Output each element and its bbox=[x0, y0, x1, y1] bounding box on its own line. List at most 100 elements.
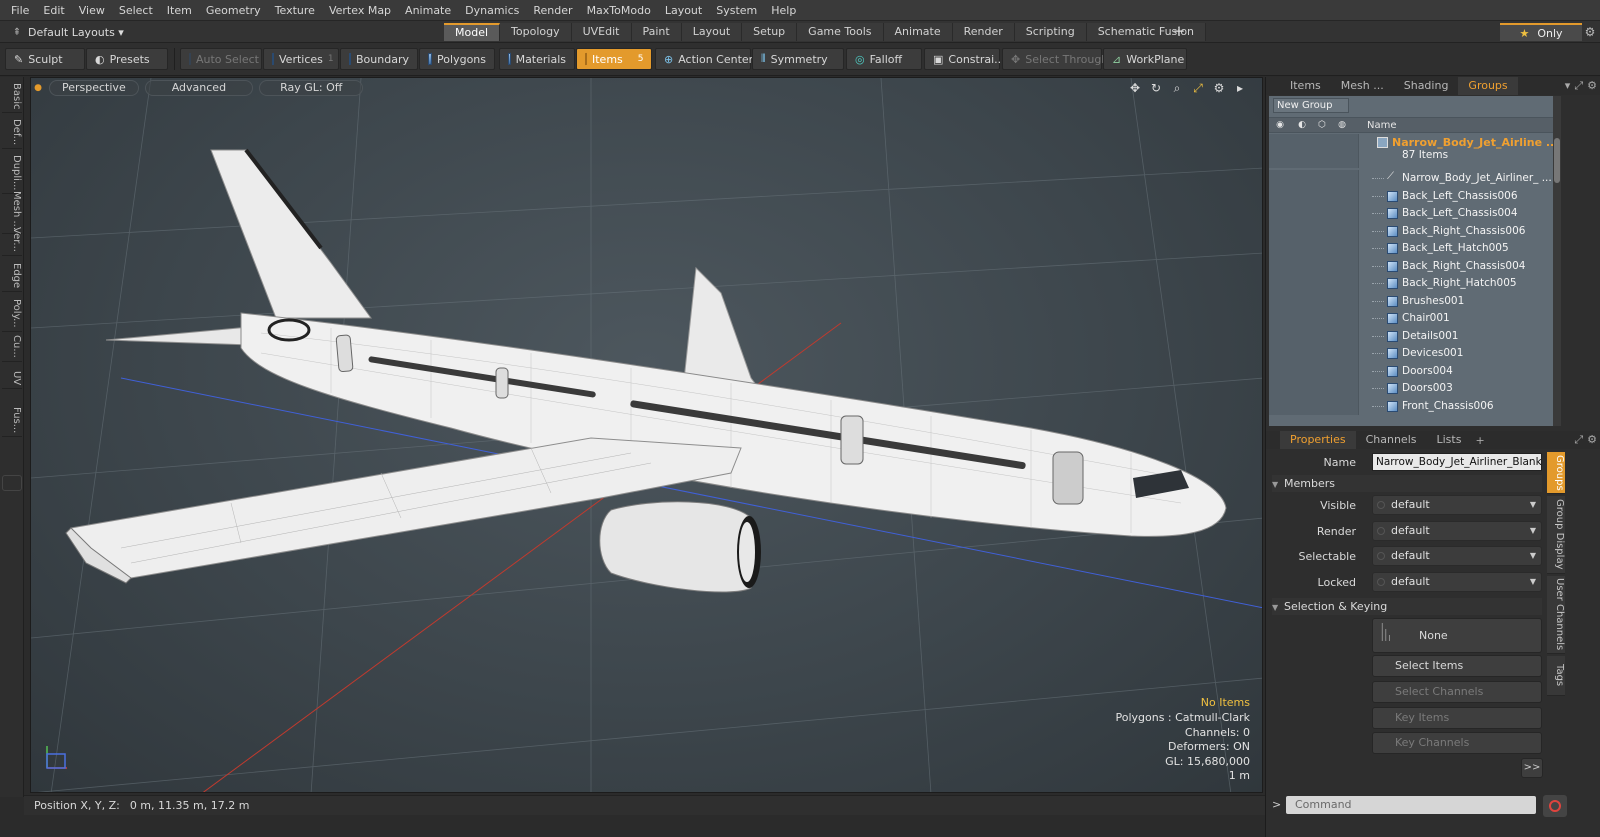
menu-edit[interactable]: Edit bbox=[36, 0, 71, 21]
tab-topology[interactable]: Topology bbox=[500, 23, 572, 41]
left-tab-basic[interactable]: Basic bbox=[2, 80, 22, 114]
tab-animate[interactable]: Animate bbox=[883, 23, 953, 41]
left-tab-fus[interactable]: Fus... bbox=[2, 404, 22, 438]
visible-select[interactable]: default ▼ bbox=[1372, 495, 1542, 515]
group-item-row[interactable]: Doors003 bbox=[1269, 380, 1553, 398]
falloff-button[interactable]: ◎ Falloff bbox=[846, 48, 922, 70]
group-item-row[interactable]: Brushes001 bbox=[1269, 292, 1553, 310]
symmetry-button[interactable]: ⫴ Symmetry bbox=[752, 48, 844, 70]
expand-icon[interactable]: ⤢ bbox=[1574, 77, 1583, 95]
left-tab-edge[interactable]: Edge bbox=[2, 260, 22, 293]
action-center-button[interactable]: ⊕ Action Center bbox=[655, 48, 753, 70]
panel-tab-properties[interactable]: Properties bbox=[1280, 431, 1356, 449]
select-channels-button[interactable]: Select Channels bbox=[1372, 681, 1542, 703]
none-button[interactable]: ⁝ ⁝⁝ ⁝⁝⁝ None bbox=[1372, 618, 1542, 653]
name-field[interactable]: Narrow_Body_Jet_Airliner_Blank_ bbox=[1372, 453, 1542, 471]
group-item-row[interactable]: Back_Left_Chassis006 bbox=[1269, 187, 1553, 205]
menu-maxtomodo[interactable]: MaxToModo bbox=[580, 0, 658, 21]
layout-selector[interactable]: ⇞ Default Layouts ▾ bbox=[6, 23, 156, 41]
groups-scrollbar[interactable] bbox=[1553, 96, 1561, 426]
selectable-select[interactable]: default ▼ bbox=[1372, 546, 1542, 566]
vertices-button[interactable]: Vertices 1 bbox=[263, 48, 339, 70]
tab-layout[interactable]: Layout bbox=[681, 23, 743, 41]
more-button[interactable]: >> bbox=[1521, 758, 1543, 778]
panel-tab-items[interactable]: Items bbox=[1280, 77, 1331, 95]
presets-button[interactable]: ◐ Presets bbox=[86, 48, 168, 70]
pan-icon[interactable]: ✥ bbox=[1127, 80, 1143, 96]
menu-view[interactable]: View bbox=[72, 0, 112, 21]
locked-select[interactable]: default ▼ bbox=[1372, 572, 1542, 592]
group-item-row[interactable]: Front_Chassis006 bbox=[1269, 397, 1553, 415]
panel-tab-shading[interactable]: Shading bbox=[1394, 77, 1459, 95]
group-item-row[interactable]: Doors004 bbox=[1269, 362, 1553, 380]
menu-file[interactable]: File bbox=[4, 0, 36, 21]
tab-uvedit[interactable]: UVEdit bbox=[571, 23, 632, 41]
left-tab-poly[interactable]: Poly... bbox=[2, 296, 22, 332]
scene-canvas[interactable] bbox=[31, 78, 1263, 793]
select-items-button[interactable]: Select Items bbox=[1372, 655, 1542, 677]
left-tab-ver[interactable]: Ver... bbox=[2, 224, 22, 256]
side-tab-group-display[interactable]: Group Display bbox=[1547, 496, 1565, 574]
command-input[interactable]: Command bbox=[1286, 796, 1536, 814]
members-section[interactable]: ▼ Members bbox=[1272, 475, 1542, 492]
left-tab-uv[interactable]: UV bbox=[2, 368, 22, 390]
add-tab-button[interactable]: + bbox=[1170, 23, 1188, 41]
left-tab-collapse[interactable] bbox=[2, 475, 22, 491]
advanced-menu[interactable]: Advanced bbox=[144, 80, 254, 96]
workplane-button[interactable]: ⊿ WorkPlane bbox=[1103, 48, 1187, 70]
group-root-row[interactable]: Narrow_Body_Jet_Airline ... 87 Items bbox=[1269, 134, 1553, 168]
zoom-icon[interactable]: ⌕ bbox=[1169, 80, 1185, 96]
eye-icon[interactable]: ◉ bbox=[1273, 119, 1287, 132]
render-icon[interactable]: ◐ bbox=[1295, 119, 1309, 132]
group-item-row[interactable]: Back_Right_Chassis006 bbox=[1269, 222, 1553, 240]
play-icon[interactable]: ▸ bbox=[1232, 80, 1248, 96]
polygons-button[interactable]: Polygons bbox=[419, 48, 495, 70]
menu-render[interactable]: Render bbox=[526, 0, 579, 21]
menu-layout[interactable]: Layout bbox=[658, 0, 709, 21]
menu-vertex-map[interactable]: Vertex Map bbox=[322, 0, 398, 21]
items-button[interactable]: Items 5 bbox=[576, 48, 652, 70]
key-channels-button[interactable]: Key Channels bbox=[1372, 732, 1542, 754]
select-icon[interactable]: ◍ bbox=[1335, 119, 1349, 132]
gear-icon[interactable]: ⚙ bbox=[1582, 23, 1598, 41]
perspective-menu[interactable]: Perspective bbox=[49, 80, 139, 96]
panel-tab-groups[interactable]: Groups bbox=[1458, 77, 1518, 95]
tab-setup[interactable]: Setup bbox=[742, 23, 798, 41]
group-item-row[interactable]: Devices001 bbox=[1269, 345, 1553, 363]
side-tab-tags[interactable]: Tags bbox=[1547, 656, 1565, 696]
tab-model[interactable]: Model bbox=[444, 23, 501, 41]
group-item-row[interactable]: Chair001 bbox=[1269, 310, 1553, 328]
render-select[interactable]: default ▼ bbox=[1372, 521, 1542, 541]
expand-icon[interactable]: ⤢ bbox=[1574, 431, 1583, 449]
selection-keying-section[interactable]: ▼ Selection & Keying bbox=[1272, 598, 1542, 615]
tab-scripting[interactable]: Scripting bbox=[1014, 23, 1087, 41]
group-item-row[interactable]: ⟋ Narrow_Body_Jet_Airliner_ ... bbox=[1269, 170, 1553, 188]
menu-item[interactable]: Item bbox=[160, 0, 199, 21]
only-button[interactable]: ★ Only bbox=[1500, 23, 1582, 41]
menu-system[interactable]: System bbox=[709, 0, 764, 21]
key-items-button[interactable]: Key Items bbox=[1372, 707, 1542, 729]
panel-tab-lists[interactable]: Lists bbox=[1427, 431, 1472, 449]
chevron-down-icon[interactable]: ▾ bbox=[1565, 77, 1571, 95]
add-tab-icon[interactable]: + bbox=[1471, 434, 1484, 447]
side-tab-user-channels[interactable]: User Channels bbox=[1547, 576, 1565, 654]
auto-select-button[interactable]: Auto Select bbox=[180, 48, 262, 70]
menu-help[interactable]: Help bbox=[764, 0, 803, 21]
3d-viewport[interactable]: ● Perspective Advanced Ray GL: Off ✥ ↻ ⌕… bbox=[30, 77, 1263, 793]
menu-select[interactable]: Select bbox=[112, 0, 160, 21]
raygl-menu[interactable]: Ray GL: Off bbox=[259, 80, 364, 96]
panel-tab-mesh[interactable]: Mesh ... bbox=[1331, 77, 1394, 95]
constraints-button[interactable]: ▣ Constrai... bbox=[924, 48, 1005, 70]
menu-geometry[interactable]: Geometry bbox=[199, 0, 268, 21]
viewport-gear-icon[interactable]: ⚙ bbox=[1211, 80, 1227, 96]
group-item-row[interactable]: Back_Right_Chassis004 bbox=[1269, 257, 1553, 275]
viewport-menu-icon[interactable]: ● bbox=[33, 83, 43, 93]
select-through-button[interactable]: ✥ Select Through bbox=[1002, 48, 1108, 70]
menu-dynamics[interactable]: Dynamics bbox=[458, 0, 526, 21]
left-tab-def[interactable]: Def... bbox=[2, 116, 22, 150]
rotate-icon[interactable]: ↻ bbox=[1148, 80, 1164, 96]
lock-icon[interactable]: ⬡ bbox=[1315, 119, 1329, 132]
airplane-model[interactable] bbox=[65, 148, 1227, 593]
tab-schematic-fusion[interactable]: Schematic Fusion bbox=[1086, 23, 1207, 41]
panel-gear-icon[interactable]: ⚙ bbox=[1587, 77, 1597, 95]
